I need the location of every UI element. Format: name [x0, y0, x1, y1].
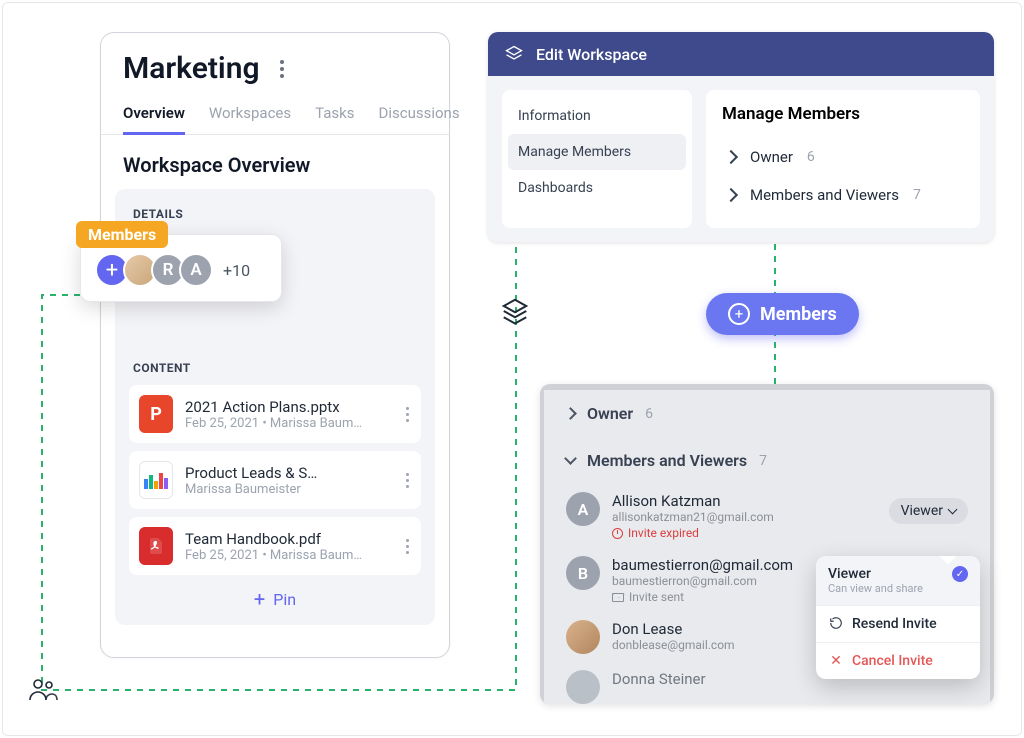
member-row[interactable]: A Allison Katzman allisonkatzman21@gmail… [544, 484, 990, 548]
group-label: Owner [750, 148, 793, 166]
role-option-title: Viewer [828, 566, 944, 582]
layers-icon [504, 44, 524, 64]
role-menu: Viewer Can view and share ✓ Resend Invit… [816, 556, 980, 679]
tab-tasks[interactable]: Tasks [315, 104, 354, 135]
invite-status: Invite expired [612, 526, 877, 540]
pin-label: Pin [273, 590, 296, 609]
content-name: 2021 Action Plans.pptx [185, 398, 390, 416]
edit-workspace-panel: Edit Workspace Information Manage Member… [488, 32, 994, 242]
content-item[interactable]: P 2021 Action Plans.pptx Feb 25, 2021 • … [129, 385, 421, 443]
sheet-icon [139, 461, 173, 499]
refresh-icon [828, 616, 844, 630]
tab-overview[interactable]: Overview [123, 104, 185, 135]
workspace-title: Marketing [123, 51, 260, 86]
workspace-menu-icon[interactable] [274, 56, 290, 82]
cancel-invite-button[interactable]: ✕ Cancel Invite [816, 643, 980, 679]
edit-workspace-header: Edit Workspace [488, 32, 994, 76]
chevron-right-icon [724, 150, 738, 164]
chevron-right-icon [724, 188, 738, 202]
content-meta: Feb 25, 2021 • Marissa Baum… [185, 416, 390, 431]
manage-members-title: Manage Members [722, 104, 964, 124]
member-name: Allison Katzman [612, 492, 877, 510]
side-item-manage-members[interactable]: Manage Members [508, 134, 686, 170]
workspace-subtitle: Workspace Overview [101, 135, 449, 189]
plus-circle-icon: + [728, 303, 750, 325]
plus-icon: + [254, 589, 265, 609]
members-popover: Members + R A +10 [80, 234, 282, 302]
group-label: Members and Viewers [750, 186, 899, 204]
avatar [566, 620, 600, 654]
avatar [566, 670, 600, 704]
member-email: allisonkatzman21@gmail.com [612, 510, 877, 524]
group-count: 7 [913, 187, 921, 203]
chevron-down-icon [564, 452, 577, 465]
edit-side-nav: Information Manage Members Dashboards [502, 90, 692, 228]
tab-workspaces[interactable]: Workspaces [209, 104, 291, 135]
avatar: B [566, 556, 600, 590]
side-item-dashboards[interactable]: Dashboards [502, 170, 692, 206]
avatar-stack[interactable]: + R A [95, 253, 213, 287]
pdf-icon [139, 527, 173, 565]
layers-icon [500, 296, 530, 330]
role-label: Viewer [901, 503, 943, 519]
content-item[interactable]: Team Handbook.pdf Feb 25, 2021 • Marissa… [129, 517, 421, 575]
clock-icon [612, 528, 623, 539]
add-members-button[interactable]: + Members [706, 293, 859, 335]
content-name: Product Leads & S… [185, 464, 390, 482]
group-label: Owner [587, 404, 633, 423]
group-count: 6 [645, 406, 653, 422]
content-meta: Marissa Baumeister [185, 482, 390, 497]
details-label: DETAILS [125, 203, 425, 231]
members-badge: Members [76, 221, 168, 248]
group-owner[interactable]: Owner 6 [544, 390, 990, 437]
content-menu-icon[interactable] [402, 535, 413, 558]
check-circle-icon: ✓ [952, 566, 968, 582]
people-icon [28, 676, 58, 706]
content-meta: Feb 25, 2021 • Marissa Baum… [185, 548, 390, 563]
members-pill-label: Members [760, 304, 837, 325]
avatar-overflow-count[interactable]: +10 [223, 261, 250, 280]
role-option-sub: Can view and share [828, 582, 944, 595]
content-label: CONTENT [125, 357, 425, 385]
content-menu-icon[interactable] [402, 469, 413, 492]
tab-discussions[interactable]: Discussions [379, 104, 460, 135]
avatar[interactable]: A [179, 253, 213, 287]
edit-workspace-title: Edit Workspace [536, 45, 647, 64]
close-icon: ✕ [828, 653, 844, 669]
role-dropdown[interactable]: Viewer [889, 498, 968, 524]
pptx-icon: P [139, 395, 173, 433]
avatar: A [566, 492, 600, 526]
group-label: Members and Viewers [587, 451, 747, 470]
group-count: 6 [807, 149, 815, 165]
content-name: Team Handbook.pdf [185, 530, 390, 548]
chevron-right-icon [564, 407, 577, 420]
caret-down-icon [948, 505, 958, 515]
role-option-viewer[interactable]: Viewer Can view and share ✓ [816, 556, 980, 605]
edit-main: Manage Members Owner 6 Members and Viewe… [706, 90, 980, 228]
group-count: 7 [759, 453, 767, 469]
group-members-viewers[interactable]: Members and Viewers 7 [544, 437, 990, 484]
envelope-icon [612, 593, 624, 602]
workspace-tabs: Overview Workspaces Tasks Discussions [123, 104, 427, 135]
content-item[interactable]: Product Leads & S… Marissa Baumeister [129, 451, 421, 509]
resend-invite-button[interactable]: Resend Invite [816, 606, 980, 642]
pin-button[interactable]: + Pin [125, 575, 425, 615]
group-members-viewers[interactable]: Members and Viewers 7 [722, 176, 964, 214]
content-menu-icon[interactable] [402, 403, 413, 426]
workspace-card: Marketing Overview Workspaces Tasks Disc… [100, 32, 450, 658]
side-item-information[interactable]: Information [502, 98, 692, 134]
group-owner[interactable]: Owner 6 [722, 138, 964, 176]
